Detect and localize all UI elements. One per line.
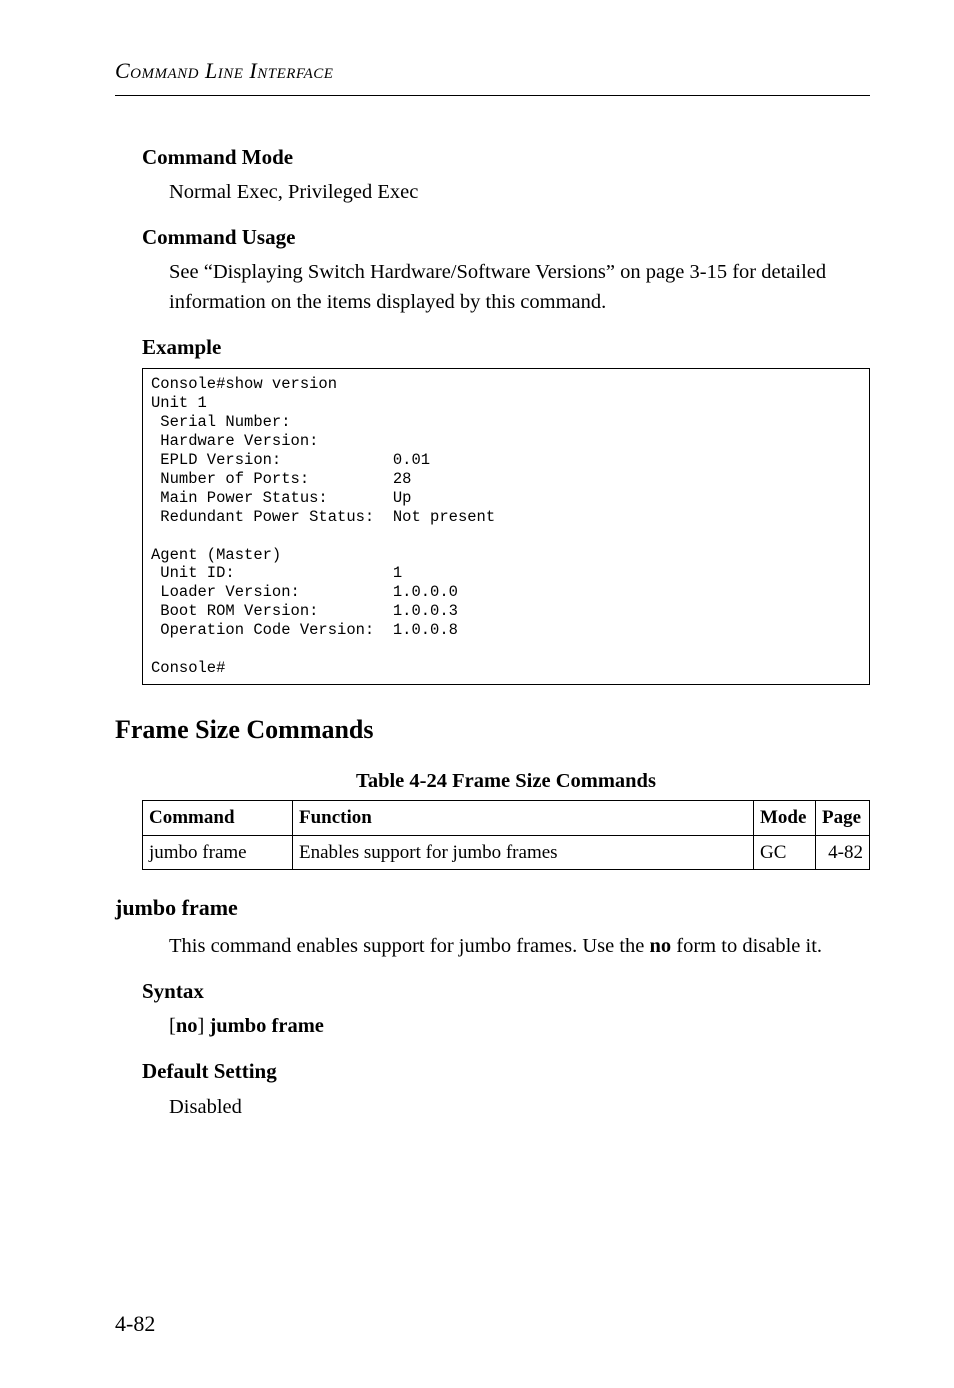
- running-header: Command Line Interface: [115, 55, 870, 96]
- td-command: jumbo frame: [143, 835, 293, 870]
- syntax-line: [no] jumbo frame: [169, 1012, 870, 1042]
- desc-no: no: [650, 935, 672, 957]
- table-caption: Table 4-24 Frame Size Commands: [142, 767, 870, 797]
- jumbo-frame-desc: This command enables support for jumbo f…: [169, 932, 870, 962]
- table-header-row: Command Function Mode Page: [143, 801, 870, 836]
- syntax-cmd: jumbo frame: [209, 1015, 323, 1037]
- jumbo-frame-heading: jumbo frame: [115, 892, 870, 924]
- page-number: 4-82: [115, 1308, 155, 1340]
- command-usage-heading: Command Usage: [142, 222, 870, 252]
- syntax-bracket-open: [: [169, 1015, 176, 1037]
- desc-pre: This command enables support for jumbo f…: [169, 935, 650, 957]
- syntax-no: no: [176, 1015, 198, 1037]
- td-function: Enables support for jumbo frames: [293, 835, 754, 870]
- example-heading: Example: [142, 332, 870, 362]
- frame-size-heading: Frame Size Commands: [115, 711, 870, 749]
- td-mode: GC: [754, 835, 816, 870]
- frame-size-table: Command Function Mode Page jumbo frame E…: [142, 800, 870, 870]
- syntax-heading: Syntax: [142, 976, 870, 1006]
- td-page: 4-82: [816, 835, 870, 870]
- default-setting-body: Disabled: [169, 1093, 870, 1123]
- default-setting-heading: Default Setting: [142, 1056, 870, 1086]
- command-mode-heading: Command Mode: [142, 142, 870, 172]
- th-function: Function: [293, 801, 754, 836]
- command-mode-body: Normal Exec, Privileged Exec: [169, 178, 870, 208]
- th-mode: Mode: [754, 801, 816, 836]
- th-command: Command: [143, 801, 293, 836]
- desc-post: form to disable it.: [671, 935, 822, 957]
- table-row: jumbo frame Enables support for jumbo fr…: [143, 835, 870, 870]
- example-code: Console#show version Unit 1 Serial Numbe…: [142, 368, 870, 685]
- syntax-bracket-close: ]: [197, 1015, 209, 1037]
- th-page: Page: [816, 801, 870, 836]
- command-usage-body: See “Displaying Switch Hardware/Software…: [169, 258, 870, 317]
